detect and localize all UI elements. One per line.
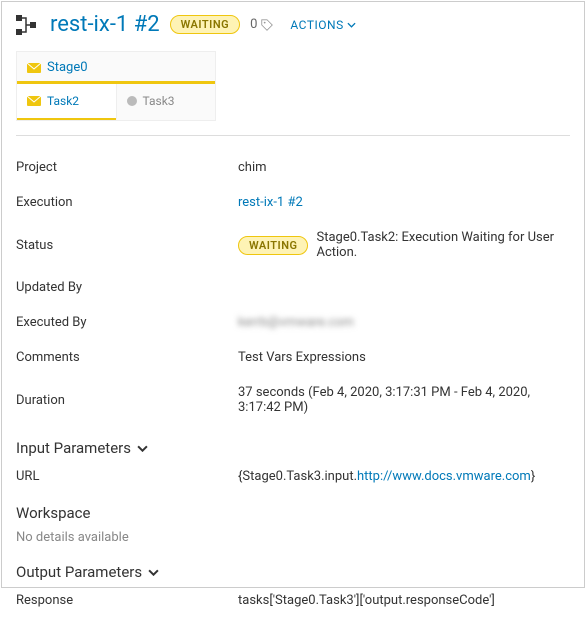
mail-icon bbox=[27, 63, 41, 73]
status-text: Stage0.Task2: Execution Waiting for User… bbox=[316, 230, 570, 260]
page-title[interactable]: rest-ix-1 #2 bbox=[50, 12, 160, 37]
url-suffix: } bbox=[531, 469, 535, 484]
label-comments: Comments bbox=[16, 350, 238, 365]
tag-count-value: 0 bbox=[250, 17, 257, 32]
chevron-down-icon bbox=[148, 569, 159, 576]
row-execution: Execution rest-ix-1 #2 bbox=[16, 185, 570, 220]
tag-count: 0 bbox=[250, 17, 274, 32]
output-params-title: Output Parameters bbox=[16, 563, 142, 581]
workspace-header: Workspace bbox=[16, 490, 570, 528]
header: rest-ix-1 #2 WAITING 0 ACTIONS bbox=[2, 2, 584, 45]
label-execution: Execution bbox=[16, 195, 238, 210]
workspace-no-details: No details available bbox=[16, 528, 570, 549]
label-duration: Duration bbox=[16, 393, 238, 408]
tag-icon bbox=[260, 18, 274, 32]
actions-label: ACTIONS bbox=[290, 18, 343, 32]
task-name: Task2 bbox=[47, 94, 79, 108]
pipeline-icon bbox=[16, 13, 40, 37]
url-prefix: {Stage0.Task3.input. bbox=[238, 469, 357, 484]
workspace-title: Workspace bbox=[16, 504, 90, 522]
value-response: tasks['Stage0.Task3']['output.responseCo… bbox=[238, 593, 495, 608]
label-response: Response bbox=[16, 593, 238, 608]
row-url: URL {Stage0.Task3.input.http://www.docs.… bbox=[16, 463, 570, 490]
row-status: Status WAITING Stage0.Task2: Execution W… bbox=[16, 220, 570, 270]
input-params-header[interactable]: Input Parameters bbox=[16, 425, 570, 463]
row-response: Response tasks['Stage0.Task3']['output.r… bbox=[16, 587, 570, 614]
value-duration: 37 seconds (Feb 4, 2020, 3:17:31 PM - Fe… bbox=[238, 385, 570, 415]
row-updated-by: Updated By bbox=[16, 270, 570, 305]
stage-panel: Stage0 Task2 Task3 bbox=[16, 51, 216, 121]
chevron-down-icon bbox=[137, 445, 148, 452]
output-params-header[interactable]: Output Parameters bbox=[16, 549, 570, 587]
row-comments: Comments Test Vars Expressions bbox=[16, 340, 570, 375]
status-badge: WAITING bbox=[170, 15, 240, 34]
tasks-row: Task2 Task3 bbox=[17, 84, 215, 120]
row-duration: Duration 37 seconds (Feb 4, 2020, 3:17:3… bbox=[16, 375, 570, 425]
value-comments: Test Vars Expressions bbox=[238, 350, 366, 365]
row-project: Project chim bbox=[16, 150, 570, 185]
label-project: Project bbox=[16, 160, 238, 175]
input-params-title: Input Parameters bbox=[16, 439, 131, 457]
value-execution-link[interactable]: rest-ix-1 #2 bbox=[238, 195, 303, 210]
mail-icon bbox=[27, 96, 41, 106]
task-cell-task2[interactable]: Task2 bbox=[17, 84, 116, 120]
url-link[interactable]: http://www.docs.vmware.com bbox=[357, 469, 531, 484]
execution-panel: rest-ix-1 #2 WAITING 0 ACTIONS Stage0 bbox=[1, 1, 585, 588]
task-name: Task3 bbox=[143, 94, 175, 108]
pending-dot-icon bbox=[127, 96, 137, 106]
task-cell-task3[interactable]: Task3 bbox=[116, 84, 216, 120]
stage-header[interactable]: Stage0 bbox=[17, 52, 215, 84]
divider bbox=[16, 135, 570, 136]
label-url: URL bbox=[16, 469, 238, 484]
row-executed-by: Executed By kerrb@vmware.com bbox=[16, 305, 570, 340]
stage-name: Stage0 bbox=[47, 60, 88, 75]
status-badge-inline: WAITING bbox=[238, 236, 308, 255]
label-status: Status bbox=[16, 238, 238, 253]
details-section: Project chim Execution rest-ix-1 #2 Stat… bbox=[2, 146, 584, 624]
label-executed-by: Executed By bbox=[16, 315, 238, 330]
value-project: chim bbox=[238, 160, 267, 175]
chevron-down-icon bbox=[347, 22, 356, 28]
actions-menu[interactable]: ACTIONS bbox=[290, 18, 355, 32]
value-url: {Stage0.Task3.input.http://www.docs.vmwa… bbox=[238, 469, 535, 484]
label-updated-by: Updated By bbox=[16, 280, 238, 295]
value-executed-by: kerrb@vmware.com bbox=[238, 315, 354, 330]
